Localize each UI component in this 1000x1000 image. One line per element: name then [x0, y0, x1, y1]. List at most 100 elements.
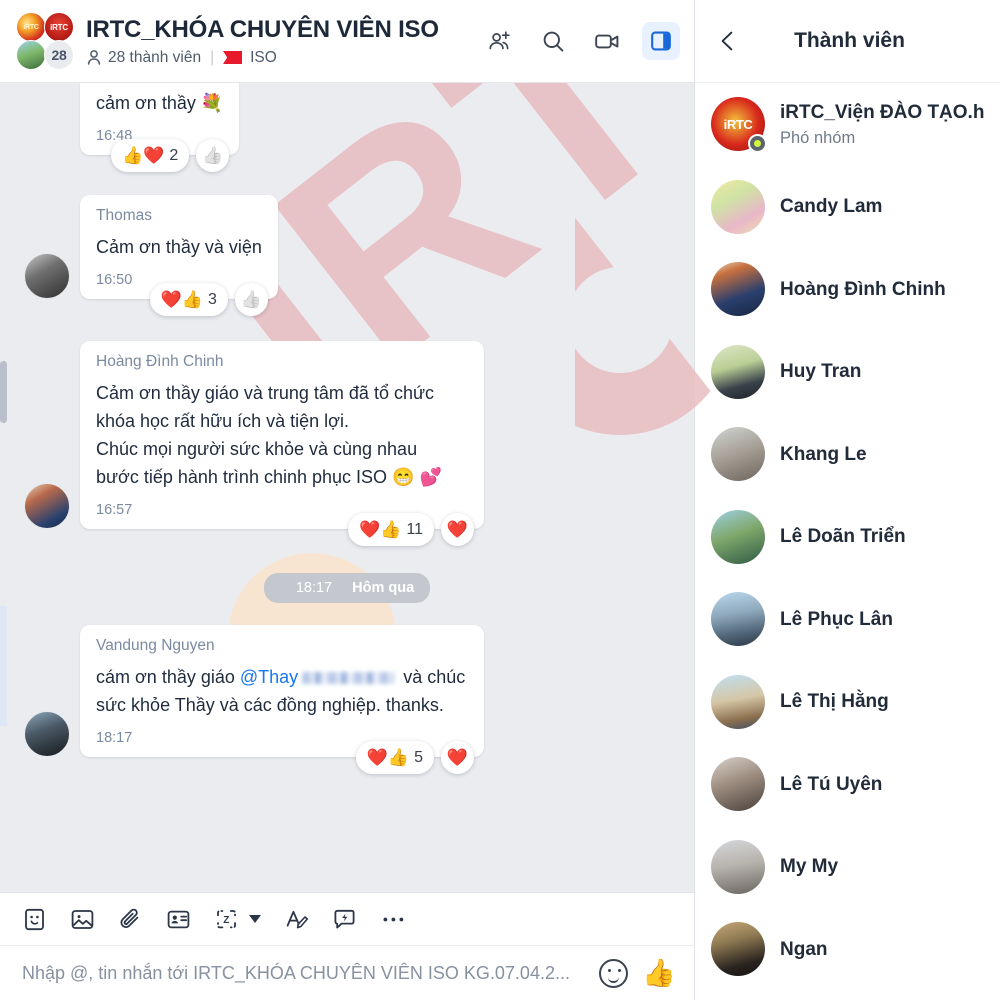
member-avatar[interactable]	[711, 427, 765, 482]
member-avatar[interactable]	[711, 922, 765, 977]
message-row: cảm ơn thầy 💐 16:48 👍❤️ 2 👍	[0, 83, 694, 172]
reaction-pill[interactable]: 👍❤️ 2	[111, 139, 190, 172]
reaction-pill[interactable]: ❤️👍 11	[348, 513, 434, 546]
sticker-icon[interactable]	[22, 907, 47, 932]
message-bubble[interactable]: Vandung Nguyen cám ơn thầy giáo @Thay và…	[80, 625, 484, 774]
conversation-title[interactable]: IRTC_KHÓA CHUYÊN VIÊN ISO	[86, 15, 470, 45]
members-panel-header: Thành viên	[695, 0, 1000, 83]
chat-column: 28 IRTC_KHÓA CHUYÊN VIÊN ISO 28 thành vi…	[0, 0, 695, 1000]
member-row[interactable]: Khang Le	[695, 413, 1000, 496]
tag-flag-icon	[223, 51, 242, 64]
zalo-chat-window: 28 IRTC_KHÓA CHUYÊN VIÊN ISO 28 thành vi…	[0, 0, 1000, 1000]
text-after-mention: và chúc	[398, 667, 466, 687]
member-avatar[interactable]	[711, 674, 765, 729]
member-text: Khang Le	[780, 442, 867, 467]
member-name: Lê Thị Hằng	[780, 691, 889, 713]
divider-day: Hôm qua	[352, 580, 415, 596]
message-text-line-4: bước tiếp hành trình chinh phục ISO 😁 💕	[96, 467, 442, 487]
toggle-sidebar-icon[interactable]	[642, 22, 680, 60]
member-avatar[interactable]	[711, 592, 765, 647]
image-icon[interactable]	[70, 907, 95, 932]
message-scrollbar[interactable]	[0, 83, 7, 892]
sender-avatar[interactable]	[24, 253, 70, 299]
member-avatar[interactable]	[711, 179, 765, 234]
reaction-emoji: ❤️👍	[359, 520, 402, 539]
member-text: My My	[780, 854, 838, 879]
react-heart-icon: ❤️	[446, 748, 469, 767]
members-list[interactable]: iRTC_Viện ĐÀO TẠO.huyen Phó nhóm Candy L…	[695, 83, 1000, 1000]
member-row[interactable]: Ngan	[695, 908, 1000, 991]
date-divider-label: 18:17 Hôm qua	[263, 573, 431, 603]
message-bubble[interactable]: cảm ơn thầy 💐 16:48 👍❤️ 2 👍	[80, 83, 240, 172]
message-bubble[interactable]: Hoàng Đình Chinh Cảm ơn thầy giáo và tru…	[80, 341, 484, 546]
message-list[interactable]: iRTC cảm ơn thầy 💐 16:48 👍❤️ 2 👍 Thomas …	[0, 83, 694, 892]
attachment-icon[interactable]	[118, 907, 143, 932]
quick-message-icon[interactable]	[332, 907, 357, 932]
reaction-pill[interactable]: ❤️👍 5	[355, 741, 434, 774]
more-options-icon[interactable]	[380, 907, 407, 932]
reaction-pill[interactable]: ❤️👍 3	[149, 283, 228, 316]
admin-badge-icon	[748, 134, 767, 154]
member-avatar[interactable]	[711, 509, 765, 564]
conversation-tag-label[interactable]: ISO	[250, 48, 277, 68]
message-input[interactable]: Nhập @, tin nhắn tới IRTC_KHÓA CHUYÊN VI…	[22, 961, 585, 985]
video-call-icon[interactable]	[588, 22, 626, 60]
member-role: Phó nhóm	[780, 128, 856, 147]
member-avatar[interactable]	[711, 839, 765, 894]
chat-header: 28 IRTC_KHÓA CHUYÊN VIÊN ISO 28 thành vi…	[0, 0, 694, 83]
format-text-icon[interactable]	[284, 907, 309, 932]
sender-name: Vandung Nguyen	[96, 637, 215, 654]
composer-input-bar: Nhập @, tin nhắn tới IRTC_KHÓA CHUYÊN VI…	[0, 946, 694, 1000]
member-row[interactable]: Lê Tú Uyên	[695, 743, 1000, 826]
group-avatar-tile-2	[44, 12, 74, 42]
screen-capture-icon[interactable]: Z	[214, 907, 239, 932]
chevron-down-icon[interactable]	[249, 915, 261, 923]
date-divider: 18:17 Hôm qua	[0, 573, 694, 603]
message-text-line-3: Chúc mọi người sức khỏe và cùng nhau	[96, 439, 418, 459]
member-avatar[interactable]	[711, 97, 767, 154]
react-button[interactable]: ❤️	[441, 513, 474, 546]
member-avatar[interactable]	[711, 344, 765, 399]
contact-card-icon[interactable]	[166, 907, 191, 932]
member-row[interactable]: Lê Doãn Triển	[695, 496, 1000, 579]
message-row: Thomas Cảm ơn thầy và viện 16:50 ❤️👍 3 👍	[0, 195, 694, 316]
member-row[interactable]: My My	[695, 826, 1000, 909]
reaction-count: 3	[207, 290, 217, 308]
member-text: Lê Thị Hằng	[780, 689, 889, 714]
message-text-line-2: khóa học rất hữu ích và tiện lợi.	[96, 411, 349, 431]
member-row[interactable]: Lê Thị Hằng	[695, 661, 1000, 744]
sender-avatar[interactable]	[24, 711, 70, 757]
scrollbar-thumb[interactable]	[0, 361, 7, 423]
member-text: Ngan	[780, 937, 828, 962]
react-button[interactable]: 👍	[234, 283, 268, 316]
react-heart-icon: ❤️	[446, 520, 469, 539]
sender-avatar[interactable]	[24, 483, 70, 529]
member-name: My My	[780, 856, 839, 878]
search-icon[interactable]	[534, 22, 572, 60]
back-icon[interactable]	[711, 24, 745, 58]
reaction-group: ❤️👍 5 ❤️	[355, 741, 474, 774]
group-avatar-tile-1	[16, 12, 46, 42]
member-name: Huy Tran	[780, 361, 862, 383]
member-row-partial[interactable]	[695, 991, 1000, 1000]
member-row[interactable]: Huy Tran	[695, 331, 1000, 414]
member-row[interactable]: Candy Lam	[695, 166, 1000, 249]
member-row[interactable]: Hoàng Đình Chinh	[695, 248, 1000, 331]
member-avatar[interactable]	[711, 262, 765, 317]
member-count-label[interactable]: 28 thành viên	[108, 48, 201, 68]
reaction-group: 👍❤️ 2 👍	[111, 139, 230, 172]
react-thumb-icon: 👍	[240, 290, 262, 309]
react-button[interactable]: 👍	[196, 139, 230, 172]
message-bubble[interactable]: Thomas Cảm ơn thầy và viện 16:50 ❤️👍 3 👍	[80, 195, 278, 316]
conversation-subtitle: 28 thành viên | ISO	[86, 48, 470, 68]
messages-inner: cảm ơn thầy 💐 16:48 👍❤️ 2 👍 Thomas Cảm ơ…	[0, 83, 694, 774]
member-avatar[interactable]	[711, 757, 765, 812]
emoji-picker-icon[interactable]	[599, 958, 629, 988]
member-row[interactable]: Lê Phục Lân	[695, 578, 1000, 661]
react-button[interactable]: ❤️	[441, 741, 474, 774]
member-row[interactable]: iRTC_Viện ĐÀO TẠO.huyen Phó nhóm	[695, 83, 1000, 166]
group-avatar[interactable]: 28	[16, 12, 74, 70]
add-member-icon[interactable]	[480, 22, 518, 60]
mention-link[interactable]: @Thay	[240, 667, 298, 687]
send-like-button[interactable]: 👍	[642, 959, 676, 987]
